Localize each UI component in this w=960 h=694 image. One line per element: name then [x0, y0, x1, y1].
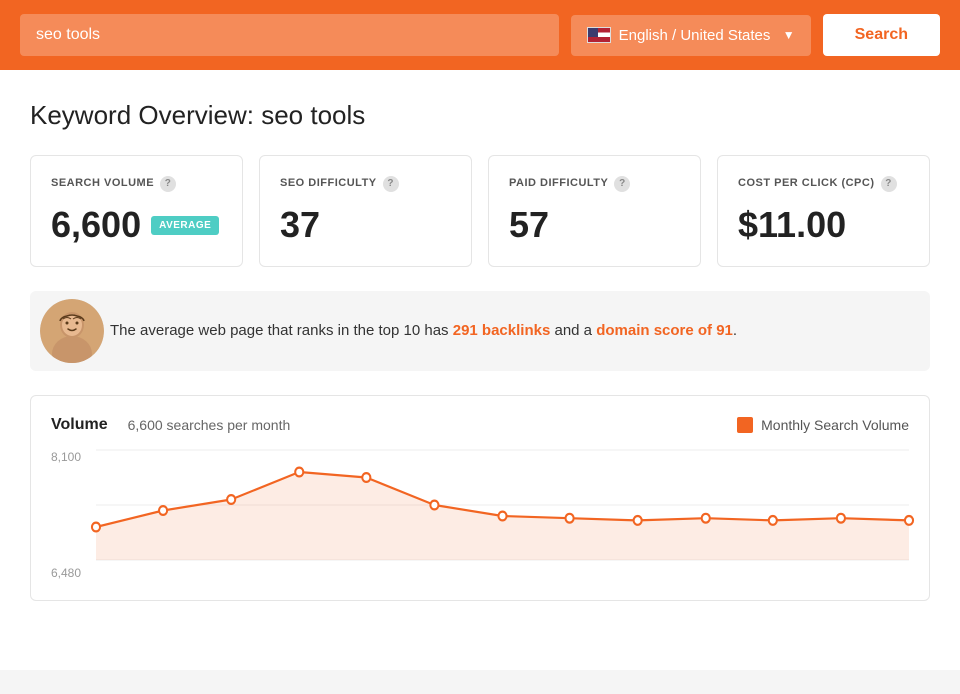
chart-header: Volume 6,600 searches per month Monthly … [51, 416, 909, 434]
keyword-input[interactable] [20, 14, 559, 56]
insight-text: The average web page that ranks in the t… [110, 319, 737, 343]
search-volume-help-icon[interactable]: ? [160, 176, 176, 192]
seo-difficulty-value: 37 [280, 204, 451, 246]
y-label-top: 8,100 [51, 450, 88, 464]
language-selector[interactable]: English / United States ▼ [571, 15, 811, 56]
search-volume-label: SEARCH VOLUME [51, 176, 154, 191]
paid-difficulty-label: PAID DIFFICULTY [509, 176, 608, 191]
domain-score-highlight: domain score of 91 [596, 322, 733, 339]
metric-search-volume: SEARCH VOLUME ? 6,600 AVERAGE [30, 155, 243, 267]
paid-difficulty-value: 57 [509, 204, 680, 246]
search-button[interactable]: Search [823, 14, 940, 56]
chart-area: 8,100 6,480 [51, 450, 909, 580]
insight-bar: The average web page that ranks in the t… [30, 291, 930, 371]
line-chart-svg [96, 450, 909, 560]
keyword-in-title: seo tools [261, 100, 365, 130]
language-label: English / United States [619, 27, 771, 44]
backlinks-highlight: 291 backlinks [453, 322, 551, 339]
metric-seo-difficulty: SEO DIFFICULTY ? 37 [259, 155, 472, 267]
cpc-value: $11.00 [738, 204, 909, 246]
chart-graph [96, 450, 909, 560]
chart-y-labels: 8,100 6,480 [51, 450, 96, 580]
chart-section: Volume 6,600 searches per month Monthly … [30, 395, 930, 601]
legend-color-box [737, 417, 753, 433]
page-title: Keyword Overview: seo tools [30, 100, 930, 131]
chart-subtitle: 6,600 searches per month [128, 417, 291, 433]
paid-difficulty-help-icon[interactable]: ? [614, 176, 630, 192]
metrics-row: SEARCH VOLUME ? 6,600 AVERAGE SEO DIFFIC… [30, 155, 930, 267]
cpc-help-icon[interactable]: ? [881, 176, 897, 192]
seo-difficulty-label: SEO DIFFICULTY [280, 176, 377, 191]
flag-icon [587, 27, 611, 43]
avatar [40, 299, 104, 363]
chevron-down-icon: ▼ [783, 28, 795, 42]
average-badge: AVERAGE [151, 216, 219, 235]
top-bar: English / United States ▼ Search [0, 0, 960, 70]
seo-difficulty-help-icon[interactable]: ? [383, 176, 399, 192]
y-label-bottom: 6,480 [51, 566, 88, 580]
metric-paid-difficulty: PAID DIFFICULTY ? 57 [488, 155, 701, 267]
search-volume-value: 6,600 AVERAGE [51, 204, 222, 246]
chart-title: Volume [51, 416, 108, 434]
cpc-label: COST PER CLICK (CPC) [738, 176, 875, 191]
legend-label: Monthly Search Volume [761, 417, 909, 433]
chart-legend: Monthly Search Volume [737, 417, 909, 433]
metric-cpc: COST PER CLICK (CPC) ? $11.00 [717, 155, 930, 267]
